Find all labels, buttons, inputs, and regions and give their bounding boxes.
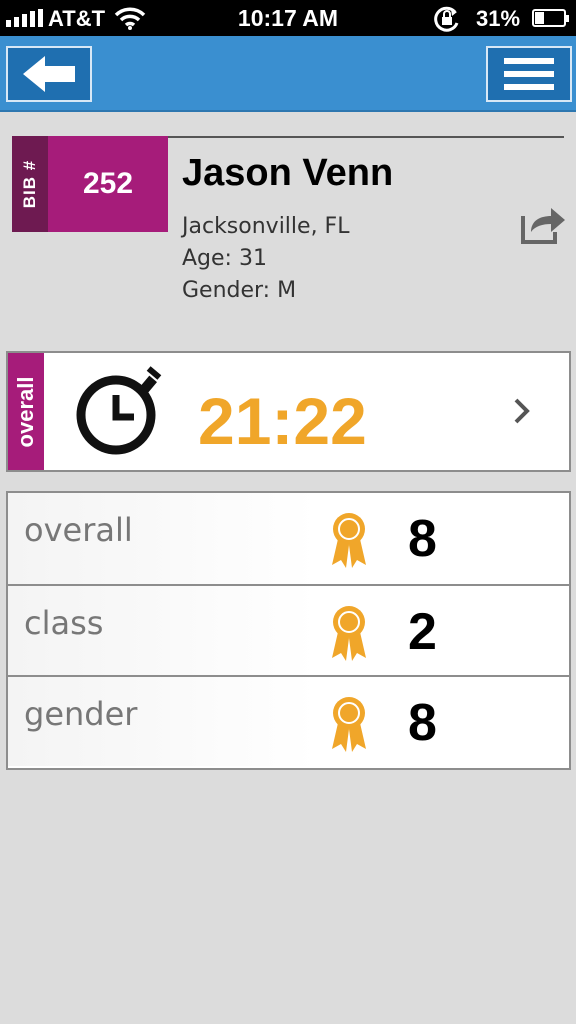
placing-label: overall [24, 511, 133, 549]
bib-number: 252 [48, 136, 168, 232]
placing-row-class: class 2 [8, 584, 569, 675]
bib-badge: BIB # 252 [12, 136, 168, 232]
overall-time-value: 21:22 [198, 384, 367, 458]
athlete-name: Jason Venn [182, 152, 394, 194]
rotation-lock-icon [433, 6, 461, 37]
bib-tag: BIB # [12, 136, 48, 232]
award-ribbon-icon [330, 604, 368, 667]
battery-charging-icon [532, 9, 569, 27]
hamburger-menu-icon [504, 58, 554, 90]
placing-value: 8 [408, 694, 437, 752]
status-bar: AT&T 10:17 AM 31% [0, 0, 576, 36]
nav-bar [0, 36, 576, 112]
battery-percent: 31% [476, 6, 521, 31]
chevron-right-icon [513, 397, 531, 430]
placings-list: overall 8 class 2 gender 8 [6, 491, 571, 770]
stopwatch-icon [72, 365, 168, 466]
athlete-age: Age: 31 [182, 246, 267, 271]
award-ribbon-icon [330, 695, 368, 758]
overall-tag-label: overall [13, 376, 38, 447]
bib-label: BIB # [20, 159, 39, 209]
athlete-gender: Gender: M [182, 278, 297, 303]
overall-tag: overall [8, 353, 44, 470]
share-icon[interactable] [519, 202, 567, 251]
placing-label: gender [24, 695, 138, 733]
award-ribbon-icon [330, 511, 368, 574]
placing-value: 8 [408, 510, 437, 568]
athlete-location: Jacksonville, FL [182, 214, 350, 239]
placing-value: 2 [408, 603, 437, 661]
placing-label: class [24, 604, 104, 642]
arrow-left-icon [23, 56, 75, 92]
menu-button[interactable] [486, 46, 572, 102]
placing-row-gender: gender 8 [8, 675, 569, 766]
overall-time-card[interactable]: overall 21:22 [6, 351, 571, 472]
placing-row-overall: overall 8 [8, 493, 569, 584]
back-button[interactable] [6, 46, 92, 102]
